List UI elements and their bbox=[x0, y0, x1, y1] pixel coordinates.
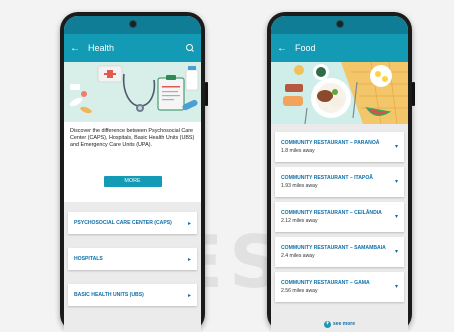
restaurant-distance: 1.8 miles away bbox=[281, 148, 315, 154]
camera-icon bbox=[129, 21, 136, 27]
restaurant-name: COMMUNITY RESTAURANT – CEILÂNDIA bbox=[281, 210, 382, 216]
see-more-label: see more bbox=[333, 321, 355, 327]
phone-side-button bbox=[412, 82, 415, 106]
food-illustration bbox=[271, 62, 408, 124]
restaurant-name: COMMUNITY RESTAURANT – PARANOÁ bbox=[281, 140, 380, 146]
health-description: Discover the difference between Psychoso… bbox=[70, 128, 195, 149]
list-item-caps[interactable]: PSYCHOSOCIAL CARE CENTER (CAPS) ▸ bbox=[68, 212, 197, 234]
status-bar bbox=[271, 16, 408, 34]
restaurant-name: COMMUNITY RESTAURANT – ITAPOÃ bbox=[281, 175, 373, 181]
phone-food: ← Food COMMUNITY RESTAURANT – PARANOÁ 1.… bbox=[267, 12, 415, 332]
camera-icon bbox=[336, 21, 343, 27]
phone-health: ← Health Discover the difference between… bbox=[60, 12, 208, 332]
list-item-ubs[interactable]: BASIC HEALTH UNITS (UBS) ▸ bbox=[68, 284, 197, 306]
chevron-down-icon: ▾ bbox=[394, 144, 398, 150]
medical-illustration bbox=[64, 62, 201, 122]
list-item-label: HOSPITALS bbox=[74, 256, 103, 262]
restaurant-distance: 2.56 miles away bbox=[281, 288, 318, 294]
restaurant-distance: 1.93 miles away bbox=[281, 183, 318, 189]
restaurant-name: COMMUNITY RESTAURANT – GAMA bbox=[281, 280, 370, 286]
health-app-bar: ← Health bbox=[64, 34, 201, 62]
chevron-right-icon: ▸ bbox=[187, 220, 191, 227]
plus-icon: + bbox=[324, 321, 332, 328]
list-item-hospitals[interactable]: HOSPITALS ▸ bbox=[68, 248, 197, 270]
arrow-left-icon[interactable]: ← bbox=[70, 43, 84, 54]
status-bar bbox=[64, 16, 201, 34]
restaurant-card-itapoa[interactable]: COMMUNITY RESTAURANT – ITAPOÃ 1.93 miles… bbox=[275, 167, 404, 197]
more-button[interactable]: MORE bbox=[103, 176, 162, 187]
arrow-left-icon[interactable]: ← bbox=[277, 43, 291, 54]
food-hero-illustration bbox=[271, 62, 408, 124]
health-screen: ← Health Discover the difference between… bbox=[64, 16, 201, 332]
page-title: Food bbox=[295, 43, 316, 53]
list-item-label: PSYCHOSOCIAL CARE CENTER (CAPS) bbox=[74, 220, 172, 226]
restaurant-card-gama[interactable]: COMMUNITY RESTAURANT – GAMA 2.56 miles a… bbox=[275, 272, 404, 302]
chevron-down-icon: ▾ bbox=[394, 214, 398, 220]
phone-side-button bbox=[205, 82, 208, 106]
chevron-right-icon: ▸ bbox=[187, 292, 191, 299]
restaurant-distance: 2.12 miles away bbox=[281, 218, 318, 224]
food-screen: ← Food COMMUNITY RESTAURANT – PARANOÁ 1.… bbox=[271, 16, 408, 332]
restaurant-card-samambaia[interactable]: COMMUNITY RESTAURANT – SAMAMBAIA 2.4 mil… bbox=[275, 237, 404, 267]
page-title: Health bbox=[88, 43, 115, 53]
restaurant-distance: 2.4 miles away bbox=[281, 253, 315, 259]
chevron-down-icon: ▾ bbox=[394, 249, 398, 255]
list-item-label: BASIC HEALTH UNITS (UBS) bbox=[74, 292, 144, 298]
restaurant-card-ceilandia[interactable]: COMMUNITY RESTAURANT – CEILÂNDIA 2.12 mi… bbox=[275, 202, 404, 232]
chevron-down-icon: ▾ bbox=[394, 179, 398, 185]
search-icon[interactable] bbox=[185, 43, 195, 53]
restaurant-name: COMMUNITY RESTAURANT – SAMAMBAIA bbox=[281, 245, 386, 251]
food-app-bar: ← Food bbox=[271, 34, 408, 62]
health-hero-illustration bbox=[64, 62, 201, 122]
restaurant-card-paranoa[interactable]: COMMUNITY RESTAURANT – PARANOÁ 1.8 miles… bbox=[275, 132, 404, 162]
chevron-right-icon: ▸ bbox=[187, 256, 191, 263]
chevron-down-icon: ▾ bbox=[394, 284, 398, 290]
see-more-button[interactable]: + see more bbox=[271, 321, 408, 328]
